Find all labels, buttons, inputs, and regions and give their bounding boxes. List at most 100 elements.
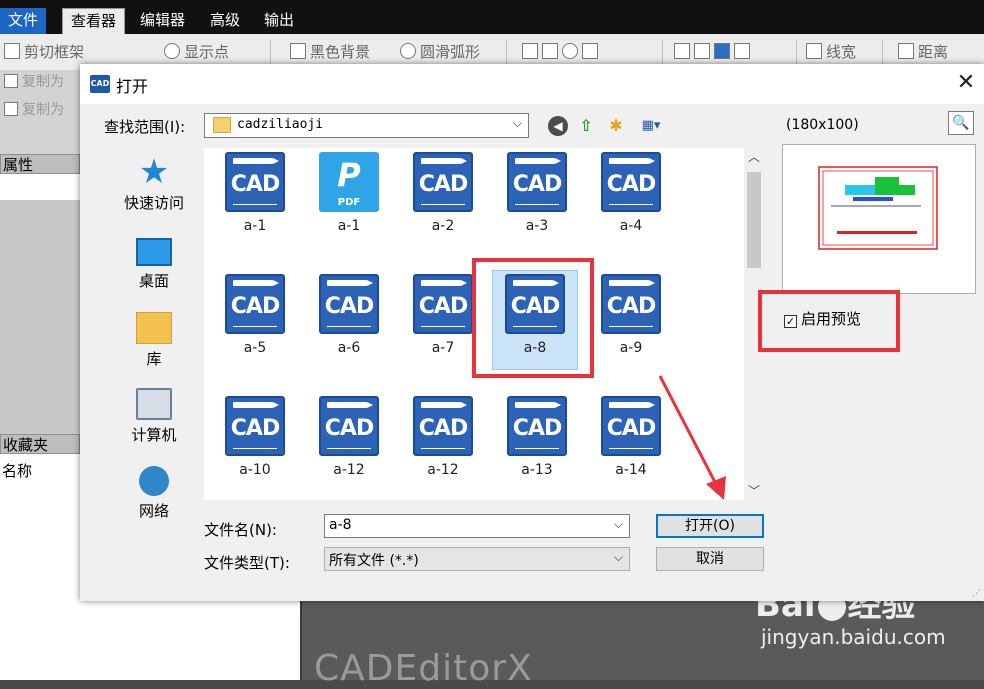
open-button[interactable]: 打开(O) xyxy=(656,514,764,538)
file-label: a-5 xyxy=(243,340,267,356)
toolbar-separator xyxy=(662,40,663,64)
clip-frame-label: 剪切框架 xyxy=(24,43,85,61)
close-button[interactable]: ✕ xyxy=(952,68,980,98)
copy-as-item-1[interactable]: 复制为 xyxy=(4,72,64,92)
file-label: a-1 xyxy=(243,218,267,234)
copy-icon xyxy=(4,74,18,88)
restore-icon[interactable] xyxy=(734,43,750,59)
show-points-label: 显示点 xyxy=(184,43,230,61)
file-item[interactable]: CAD a-5 xyxy=(212,272,298,372)
copy-as-item-2[interactable]: 复制为 xyxy=(4,100,64,120)
network-icon xyxy=(139,466,169,496)
look-in-label: 查找范围(I): xyxy=(104,118,186,136)
file-item[interactable]: CAD a-6 xyxy=(306,272,392,372)
show-points-tool[interactable]: 显示点 xyxy=(164,42,229,62)
cad-file-icon: CAD xyxy=(413,396,473,456)
scroll-thumb[interactable] xyxy=(747,172,761,268)
file-item[interactable]: CAD a-13 xyxy=(494,394,580,494)
rotate-icon[interactable] xyxy=(714,43,730,59)
scroll-up-icon[interactable]: ︿ xyxy=(744,148,764,166)
properties-panel-body xyxy=(0,200,80,434)
chevron-down-icon[interactable]: ⌵ xyxy=(513,116,522,131)
zoom-window-icon[interactable] xyxy=(522,43,538,59)
preview-zoom-icon[interactable]: 🔍 xyxy=(948,111,974,135)
favorites-panel-header[interactable]: 收藏夹 xyxy=(0,434,80,454)
file-item[interactable]: CAD a-12 xyxy=(306,394,392,494)
place-label: 计算机 xyxy=(131,426,177,444)
menu-viewer[interactable]: 查看器 xyxy=(62,8,126,34)
menu-output[interactable]: 输出 xyxy=(256,8,302,34)
cad-file-icon: CAD xyxy=(601,152,661,212)
scroll-down-icon[interactable]: ﹀ xyxy=(744,482,764,500)
arrow-right-icon[interactable] xyxy=(694,43,710,59)
file-item[interactable]: CAD a-14 xyxy=(588,394,674,494)
file-label: a-13 xyxy=(521,462,553,478)
zoom-rect-icon[interactable] xyxy=(542,43,558,59)
cad-file-icon: CAD xyxy=(319,396,379,456)
black-background-tool[interactable]: 黑色背景 xyxy=(290,42,370,62)
line-width-label: 线宽 xyxy=(826,43,857,61)
distance-tool[interactable]: 距离 xyxy=(898,42,948,62)
app-left-panel: 复制为 复制为 属性 收藏夹 名称 xyxy=(0,70,80,680)
file-item[interactable]: CAD a-1 xyxy=(212,150,298,250)
cad-file-icon: CAD xyxy=(413,274,473,334)
smooth-arcs-tool[interactable]: 圆滑弧形 xyxy=(400,42,480,62)
file-label: a-2 xyxy=(431,218,455,234)
file-item[interactable]: CAD a-12 xyxy=(400,394,486,494)
place-quick-access[interactable]: ★ 快速访问 xyxy=(104,155,204,213)
cad-file-icon: CAD xyxy=(225,396,285,456)
dialog-titlebar[interactable]: CAD 打开 ✕ xyxy=(80,64,984,104)
place-library[interactable]: 库 xyxy=(104,312,204,369)
up-folder-icon[interactable]: ⇧ xyxy=(576,116,596,136)
file-item[interactable]: CAD a-3 xyxy=(494,150,580,250)
file-label: a-9 xyxy=(619,340,643,356)
place-desktop[interactable]: 桌面 xyxy=(104,234,204,291)
line-width-tool[interactable]: 线宽 xyxy=(806,42,856,62)
new-folder-icon[interactable]: ✱ xyxy=(606,116,626,136)
cad-file-icon: CAD xyxy=(507,396,567,456)
view-menu-icon[interactable]: ▦▾ xyxy=(636,116,666,136)
file-item[interactable]: CAD a-9 xyxy=(588,272,674,372)
file-item[interactable]: CAD a-2 xyxy=(400,150,486,250)
properties-panel-header[interactable]: 属性 xyxy=(0,154,80,174)
tool-icons-group[interactable] xyxy=(522,42,602,62)
black-background-label: 黑色背景 xyxy=(310,43,371,61)
chevron-down-icon[interactable]: ⌵ xyxy=(614,517,623,532)
copy-as-label: 复制为 xyxy=(22,102,64,118)
watermark-url: jingyan.baidu.com xyxy=(761,625,946,649)
clip-frame-tool[interactable]: 剪切框架 xyxy=(4,42,84,62)
smooth-arcs-label: 圆滑弧形 xyxy=(420,43,481,61)
file-label: a-4 xyxy=(619,218,643,234)
chevron-down-icon[interactable]: ⌵ xyxy=(614,550,623,565)
back-icon[interactable]: ◀ xyxy=(548,116,568,136)
favorites-name-column: 名称 xyxy=(2,462,33,480)
menu-advanced[interactable]: 高级 xyxy=(202,8,248,34)
file-label: a-1 xyxy=(337,218,361,234)
look-in-combobox[interactable]: cadziliaoji ⌵ xyxy=(204,113,529,138)
cad-logo-icon: CAD xyxy=(90,75,110,93)
cad-file-icon: CAD xyxy=(507,152,567,212)
menu-editor[interactable]: 编辑器 xyxy=(132,8,193,34)
file-item[interactable]: CAD a-4 xyxy=(588,150,674,250)
cancel-button[interactable]: 取消 xyxy=(656,547,764,571)
annotation-highlight-selected-file xyxy=(472,258,594,378)
properties-panel-field xyxy=(0,174,80,200)
folder-icon xyxy=(213,117,231,133)
toolbar-separator xyxy=(796,40,797,64)
line-width-icon xyxy=(806,43,822,59)
preview-pane xyxy=(782,144,976,294)
file-type-select[interactable]: 所有文件 (*.*) ⌵ xyxy=(324,547,630,571)
arrow-left-icon[interactable] xyxy=(674,43,690,59)
resize-grip-icon[interactable]: ⋰ xyxy=(972,589,982,599)
file-item[interactable]: CAD a-10 xyxy=(212,394,298,494)
file-name-combobox[interactable]: a-8 ⌵ xyxy=(324,514,630,538)
nav-icons-group[interactable] xyxy=(674,42,754,62)
menu-file[interactable]: 文件 xyxy=(0,8,47,34)
place-network[interactable]: 网络 xyxy=(104,466,204,521)
distance-icon xyxy=(898,43,914,59)
file-item[interactable]: P PDF a-1 xyxy=(306,150,392,250)
place-computer[interactable]: 计算机 xyxy=(104,388,204,445)
pan-hand-icon[interactable] xyxy=(582,43,598,59)
copy-as-label: 复制为 xyxy=(22,74,64,90)
zoom-icon[interactable] xyxy=(562,43,578,59)
